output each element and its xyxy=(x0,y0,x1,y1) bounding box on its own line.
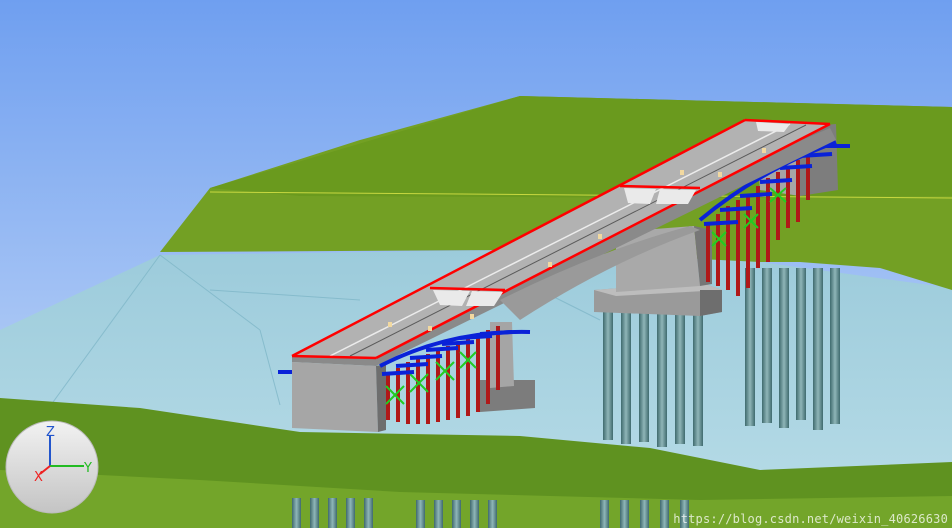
bridge-scene[interactable]: Z Y X xyxy=(0,0,952,528)
z-axis-label: Z xyxy=(46,425,55,440)
y-axis-label: Y xyxy=(83,461,92,476)
near-abutment xyxy=(292,362,386,432)
watermark-text: https://blog.csdn.net/weixin_40626630 xyxy=(673,512,948,526)
x-axis-label: X xyxy=(34,470,43,485)
3d-viewport[interactable]: Z Y X https://blog.csdn.net/weixin_40626… xyxy=(0,0,952,528)
axis-gizmo[interactable]: Z Y X xyxy=(5,420,99,514)
